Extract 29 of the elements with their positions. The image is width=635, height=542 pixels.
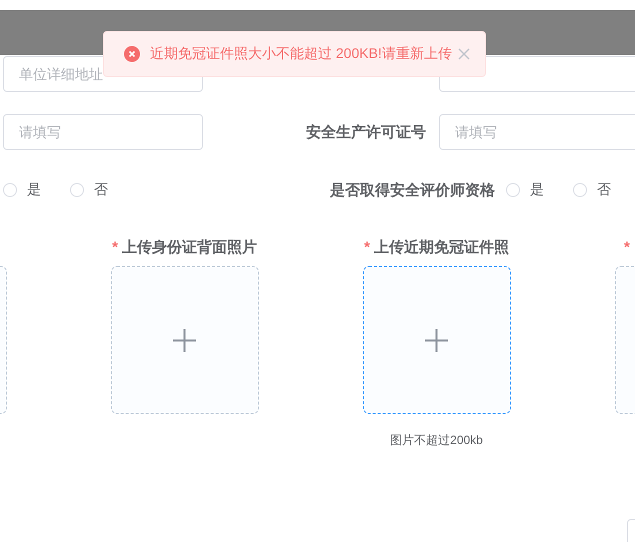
radio-label: 是 <box>27 181 41 199</box>
radio-option[interactable]: 是 <box>506 181 544 199</box>
radio-label: 否 <box>94 181 108 199</box>
radio-option[interactable]: 否 <box>70 181 108 199</box>
input-field[interactable]: 请填写 <box>3 114 203 150</box>
required-mark: * <box>624 238 630 256</box>
radio-button[interactable] <box>3 183 17 197</box>
required-mark: * <box>112 238 118 256</box>
radio-option[interactable]: 否 <box>573 181 611 199</box>
field-label: 安全生产许可证号 <box>305 122 426 142</box>
upload-box[interactable] <box>362 266 510 414</box>
upload-label: 上传身份证背面照片 <box>122 238 257 256</box>
radio-label: 否 <box>597 181 611 199</box>
radio-button[interactable] <box>573 183 587 197</box>
upload-label: 上传近期免冠证件照 <box>374 238 509 256</box>
radio-button[interactable] <box>70 183 84 197</box>
field-label: 是否取得安全评价师资格 <box>329 180 495 200</box>
close-icon <box>458 48 470 60</box>
upload-hint: 图片不超过200kb <box>390 432 483 449</box>
plus-icon <box>424 328 449 352</box>
input-field[interactable]: 请填写 <box>439 114 635 150</box>
plus-icon <box>172 328 197 352</box>
required-mark: * <box>364 238 370 256</box>
radio-option[interactable]: 是 <box>3 181 41 199</box>
radio-label: 是 <box>530 181 544 199</box>
upload-box[interactable] <box>110 266 258 414</box>
error-icon <box>124 46 140 62</box>
close-button[interactable] <box>458 48 470 60</box>
radio-button[interactable] <box>506 183 520 197</box>
